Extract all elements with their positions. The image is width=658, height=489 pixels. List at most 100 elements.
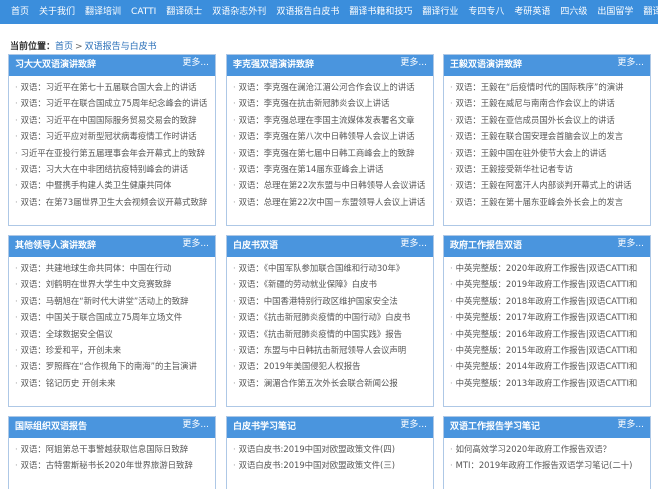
list-item[interactable]: · 双语：习近平在第七十五届联合国大会上的讲话 (15, 79, 209, 95)
panel-title[interactable]: 李克强双语演讲致辞 (233, 55, 314, 76)
article-link[interactable]: 习近平在亚投行第五届理事会年会开幕式上的致辞 (21, 148, 205, 158)
more-link[interactable]: 更多... (617, 417, 644, 434)
list-item[interactable]: · 双语：《抗击新冠肺炎疫情的中国实践》报告 (233, 326, 427, 342)
nav-item-2[interactable]: 翻译培训 (80, 0, 126, 24)
list-item[interactable]: · 双语：李克强总理在李国主流媒体发表署名文章 (233, 112, 427, 128)
list-item[interactable]: · 双语：习近平在中国国际服务贸易交易会的致辞 (15, 112, 209, 128)
list-item[interactable]: · 中英完整版：2017年政府工作报告|双语CATTI和 (450, 309, 644, 325)
article-link[interactable]: 中英完整版：2013年政府工作报告|双语CATTI和 (456, 378, 638, 388)
article-link[interactable]: 如何高效学习2020年政府工作报告双语？ (456, 444, 611, 454)
list-item[interactable]: · 双语：共建地球生命共同体：中国在行动 (15, 260, 209, 276)
more-link[interactable]: 更多... (400, 417, 427, 434)
list-item[interactable]: · 双语：王毅在“后疫情时代的国际秩序”的演讲 (450, 79, 644, 95)
article-link[interactable]: 双语：总理在第22次中国－东盟领导人会议上讲话 (239, 197, 426, 207)
nav-item-8[interactable]: 翻译行业 (417, 0, 463, 24)
list-item[interactable]: · 中英完整版：2013年政府工作报告|双语CATTI和 (450, 375, 644, 391)
list-item[interactable]: · 双语：罗照辉在“合作视角下的南海”的主旨演讲 (15, 358, 209, 374)
article-link[interactable]: 双语：《中国军队参加联合国维和行动30年》 (239, 263, 405, 273)
article-link[interactable]: 双语：习大大在中非团结抗疫特别峰会的讲话 (21, 164, 189, 174)
article-link[interactable]: 双语：李克强在第14届东亚峰会上讲话 (239, 164, 384, 174)
article-link[interactable]: 双语：王毅接受新华社记者专访 (456, 164, 573, 174)
nav-item-12[interactable]: 出国留学 (592, 0, 638, 24)
article-link[interactable]: 双语：珍爱和平，开创未来 (21, 345, 122, 355)
panel-title[interactable]: 白皮书双语 (233, 236, 278, 257)
article-link[interactable]: 双语：《抗击新冠肺炎疫情的中国行动》白皮书 (239, 312, 411, 322)
article-link[interactable]: 双语：《新疆的劳动就业保障》白皮书 (239, 279, 377, 289)
more-link[interactable]: 更多... (617, 55, 644, 72)
list-item[interactable]: · 中英完整版：2020年政府工作报告|双语CATTI和 (450, 260, 644, 276)
article-link[interactable]: 中英完整版：2014年政府工作报告|双语CATTI和 (456, 361, 638, 371)
article-link[interactable]: 双语：刘鹤明在世界大学生中文竞赛致辞 (21, 279, 172, 289)
article-link[interactable]: MTI：2019年政府工作报告双语学习笔记(二十) (456, 460, 633, 470)
list-item[interactable]: · 双语：《新疆的劳动就业保障》白皮书 (233, 276, 427, 292)
list-item[interactable]: · 双语：中国香港特别行政区维护国家安全法 (233, 293, 427, 309)
article-link[interactable]: 中英完整版：2020年政府工作报告|双语CATTI和 (456, 263, 638, 273)
list-item[interactable]: · 双语：王毅在亚信成员国外长会议上的讲话 (450, 112, 644, 128)
article-link[interactable]: 双语白皮书:2019中国对欧盟政策文件(三) (239, 460, 395, 470)
list-item[interactable]: · 双语：李克强在第14届东亚峰会上讲话 (233, 161, 427, 177)
list-item[interactable]: · 双语：李克强在澜沧江湄公河合作会议上的讲话 (233, 79, 427, 95)
list-item[interactable]: · 双语：习近平在联合国成立75周年纪念峰会的讲话 (15, 95, 209, 111)
nav-item-5[interactable]: 双语杂志外刊 (207, 0, 271, 24)
article-link[interactable]: 双语：习近平在中国国际服务贸易交易会的致辞 (21, 115, 197, 125)
list-item[interactable]: · 双语：王毅中国在驻外使节大会上的讲话 (450, 145, 644, 161)
more-link[interactable]: 更多... (400, 236, 427, 253)
article-link[interactable]: 双语：习近平应对新型冠状病毒疫情工作时讲话 (21, 131, 197, 141)
article-link[interactable]: 中英完整版：2019年政府工作报告|双语CATTI和 (456, 279, 638, 289)
list-item[interactable]: · 双语：王毅在阿富汗人内部谈判开幕式上的讲话 (450, 177, 644, 193)
article-link[interactable]: 双语：全球数据安全倡议 (21, 329, 113, 339)
article-link[interactable]: 双语：李克强在抗击新冠肺炎会议上讲话 (239, 98, 390, 108)
article-link[interactable]: 双语：东盟与中日韩抗击新冠领导人会议声明 (239, 345, 407, 355)
list-item[interactable]: · 双语：古特雷斯秘书长2020年世界旅游日致辞 (15, 457, 209, 473)
article-link[interactable]: 双语：中国关于联合国成立75周年立场文件 (21, 312, 182, 322)
article-link[interactable]: 双语：王毅在联合国安理会首脑会议上的发言 (456, 131, 624, 141)
nav-item-1[interactable]: 关于我们 (34, 0, 80, 24)
panel-title[interactable]: 国际组织双语报告 (15, 417, 87, 438)
list-item[interactable]: · 双语：王毅在联合国安理会首脑会议上的发言 (450, 128, 644, 144)
panel-title[interactable]: 王毅双语演讲致辞 (450, 55, 522, 76)
more-link[interactable]: 更多... (400, 55, 427, 72)
article-link[interactable]: 双语：马朝旭在“新时代大讲堂”活动上的致辞 (21, 296, 189, 306)
list-item[interactable]: · 中英完整版：2018年政府工作报告|双语CATTI和 (450, 293, 644, 309)
article-link[interactable]: 双语：王毅中国在驻外使节大会上的讲话 (456, 148, 607, 158)
list-item[interactable]: · 双语：马朝旭在“新时代大讲堂”活动上的致辞 (15, 293, 209, 309)
article-link[interactable]: 双语：总理在第22次东盟与中日韩领导人会议讲话 (239, 180, 426, 190)
list-item[interactable]: · MTI：2019年政府工作报告双语学习笔记(二十) (450, 457, 644, 473)
list-item[interactable]: · 双语：李克强在第七届中日韩工商峰会上的致辞 (233, 145, 427, 161)
list-item[interactable]: · 双语：习大大在中非团结抗疫特别峰会的讲话 (15, 161, 209, 177)
nav-item-11[interactable]: 四六级 (555, 0, 592, 24)
panel-title[interactable]: 其他领导人演讲致辞 (15, 236, 96, 257)
article-link[interactable]: 双语白皮书:2019中国对欧盟政策文件(四) (239, 444, 395, 454)
article-link[interactable]: 双语：中暨携手构建人类卫生健康共同体 (21, 180, 172, 190)
article-link[interactable]: 双语：李克强在第八次中日韩领导人会议上讲话 (239, 131, 415, 141)
more-link[interactable]: 更多... (617, 236, 644, 253)
list-item[interactable]: · 双语白皮书:2019中国对欧盟政策文件(三) (233, 457, 427, 473)
list-item[interactable]: · 双语：刘鹤明在世界大学生中文竞赛致辞 (15, 276, 209, 292)
article-link[interactable]: 中英完整版：2015年政府工作报告|双语CATTI和 (456, 345, 638, 355)
list-item[interactable]: · 双语：王毅接受新华社记者专访 (450, 161, 644, 177)
article-link[interactable]: 双语：《抗击新冠肺炎疫情的中国实践》报告 (239, 329, 402, 339)
list-item[interactable]: · 双语：总理在第22次东盟与中日韩领导人会议讲话 (233, 177, 427, 193)
breadcrumb-current-link[interactable]: 双语报告与白皮书 (85, 42, 157, 52)
list-item[interactable]: · 中英完整版：2014年政府工作报告|双语CATTI和 (450, 358, 644, 374)
list-item[interactable]: · 双语：全球数据安全倡议 (15, 326, 209, 342)
nav-item-4[interactable]: 翻译硕士 (161, 0, 207, 24)
article-link[interactable]: 双语：阿姐第总干事警越获取信息国际日致辞 (21, 444, 189, 454)
article-link[interactable]: 双语：罗照辉在“合作视角下的南海”的主旨演讲 (21, 361, 197, 371)
article-link[interactable]: 双语：王毅在第十届东亚峰会外长会上的发言 (456, 197, 624, 207)
panel-title[interactable]: 白皮书学习笔记 (233, 417, 296, 438)
nav-item-13[interactable]: 翻译 (638, 0, 658, 24)
nav-item-9[interactable]: 专四专八 (463, 0, 509, 24)
panel-title[interactable]: 习大大双语演讲致辞 (15, 55, 96, 76)
article-link[interactable]: 双语：习近平在第七十五届联合国大会上的讲话 (21, 82, 197, 92)
article-link[interactable]: 双语：澜湄合作第五次外长会联合新闻公报 (239, 378, 398, 388)
list-item[interactable]: · 双语：东盟与中日韩抗击新冠领导人会议声明 (233, 342, 427, 358)
list-item[interactable]: · 双语：王毅在威尼与南南合作会议上的讲话 (450, 95, 644, 111)
list-item[interactable]: · 双语：珍爱和平，开创未来 (15, 342, 209, 358)
article-link[interactable]: 中英完整版：2016年政府工作报告|双语CATTI和 (456, 329, 638, 339)
more-link[interactable]: 更多... (182, 55, 209, 72)
article-link[interactable]: 双语：共建地球生命共同体：中国在行动 (21, 263, 172, 273)
list-item[interactable]: · 中英完整版：2015年政府工作报告|双语CATTI和 (450, 342, 644, 358)
article-link[interactable]: 双语：王毅在威尼与南南合作会议上的讲话 (456, 98, 615, 108)
nav-item-3[interactable]: CATTI (126, 0, 161, 24)
